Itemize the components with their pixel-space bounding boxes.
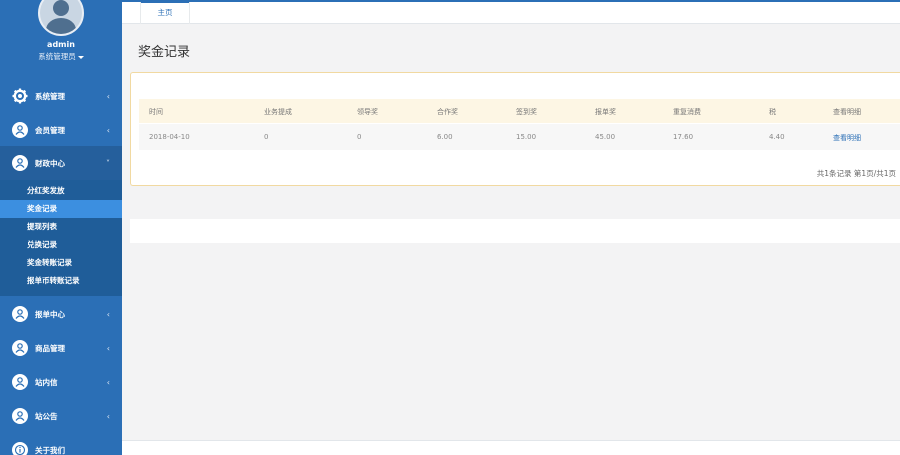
gear-icon: [12, 88, 28, 104]
column-header: 税: [769, 108, 776, 116]
table-cell: 4.40: [769, 133, 785, 141]
page-title: 奖金记录: [138, 45, 191, 60]
nav-label: 商品管理: [35, 343, 65, 353]
nav-label: 站内信: [35, 377, 58, 387]
user-icon: [12, 155, 28, 171]
view-details-link[interactable]: 查看明细: [833, 133, 861, 143]
column-header: 领导奖: [357, 108, 378, 116]
finance-submenu: 分红奖发放 奖金记录 提现列表 兑换记录 奖金转账记录 报单币转账记录: [0, 180, 122, 296]
column-header: 报单奖: [595, 108, 616, 116]
profile: admin 系统管理员: [0, 0, 122, 76]
user-icon: [12, 306, 28, 322]
nav-label: 关于我们: [35, 445, 65, 455]
profile-role-dropdown[interactable]: 系统管理员: [0, 51, 122, 62]
nav-label: 系统管理: [35, 91, 65, 101]
submenu-item-coin-transfers[interactable]: 报单币转账记录: [0, 272, 122, 290]
table-cell: 2018-04-10: [149, 133, 190, 141]
footer: [122, 440, 900, 455]
column-header: 重复消费: [673, 108, 701, 116]
nav-item-products[interactable]: 商品管理 ‹: [0, 331, 122, 365]
column-header: 合作奖: [437, 108, 458, 116]
caret-down-icon: [77, 55, 84, 59]
column-header: 查看明细: [833, 108, 861, 116]
content-strip: [130, 219, 900, 243]
nav-item-members[interactable]: 会员管理 ‹: [0, 113, 122, 147]
user-icon: [12, 122, 28, 138]
column-header: 时间: [149, 108, 163, 116]
chevron-left-icon: ‹: [106, 377, 110, 387]
user-icon: [12, 408, 28, 424]
table-row: 2018-04-10 0 0 6.00 15.00 45.00 17.60 4.…: [139, 124, 900, 150]
table-cell: 0: [264, 133, 269, 141]
table-cell: 17.60: [673, 133, 694, 141]
nav-label: 财政中心: [35, 158, 65, 168]
nav-item-about[interactable]: 关于我们: [0, 433, 122, 455]
submenu-item-exchanges[interactable]: 兑换记录: [0, 236, 122, 254]
nav-label: 报单中心: [35, 309, 65, 319]
table-cell: 6.00: [437, 133, 453, 141]
chevron-left-icon: ‹: [106, 411, 110, 421]
profile-role-label: 系统管理员: [38, 52, 76, 61]
nav-item-system[interactable]: 系统管理 ‹: [0, 79, 122, 113]
nav-item-announcements[interactable]: 站公告 ‹: [0, 399, 122, 433]
chevron-down-icon: ˅: [106, 158, 110, 168]
tab-home[interactable]: 主页: [140, 2, 190, 24]
nav-item-finance[interactable]: 财政中心 ˅: [0, 146, 122, 180]
table-cell: 15.00: [516, 133, 537, 141]
chevron-left-icon: ‹: [106, 309, 110, 319]
info-icon: [12, 442, 28, 455]
sidebar: admin 系统管理员 系统管理 ‹ 会员管理 ‹ 财政中心 ˅ 分红奖发放 奖…: [0, 0, 122, 455]
chevron-left-icon: ‹: [106, 343, 110, 353]
nav-item-orders[interactable]: 报单中心 ‹: [0, 297, 122, 331]
submenu-item-bonus-transfers[interactable]: 奖金转账记录: [0, 254, 122, 272]
column-header: 业务提成: [264, 108, 292, 116]
user-icon: [12, 340, 28, 356]
tab-bar: 主页: [122, 0, 900, 24]
submenu-item-dividend[interactable]: 分红奖发放: [0, 182, 122, 200]
nav-label: 会员管理: [35, 125, 65, 135]
nav-item-messages[interactable]: 站内信 ‹: [0, 365, 122, 399]
chevron-left-icon: ‹: [106, 125, 110, 135]
submenu-item-bonus-records[interactable]: 奖金记录: [0, 200, 122, 218]
records-panel: 时间 业务提成 领导奖 合作奖 签到奖 报单奖 重复消费 税 查看明细 2018…: [130, 72, 900, 186]
user-icon: [12, 374, 28, 390]
chevron-left-icon: ‹: [106, 91, 110, 101]
avatar[interactable]: [38, 0, 84, 36]
table-header: 时间 业务提成 领导奖 合作奖 签到奖 报单奖 重复消费 税 查看明细: [139, 99, 900, 123]
nav-label: 站公告: [35, 411, 58, 421]
table-cell: 45.00: [595, 133, 616, 141]
profile-name: admin: [47, 40, 75, 49]
column-header: 签到奖: [516, 108, 537, 116]
table-cell: 0: [357, 133, 362, 141]
submenu-item-withdrawals[interactable]: 提现列表: [0, 218, 122, 236]
pagination-summary: 共1条记录 第1页/共1页: [816, 169, 896, 178]
